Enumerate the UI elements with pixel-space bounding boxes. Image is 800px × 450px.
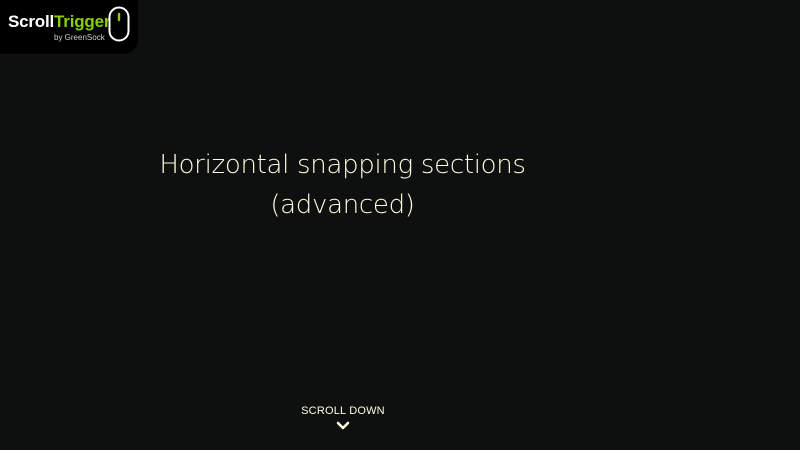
page: ScrollTrigger by GreenSock Horizontal sn…	[0, 0, 800, 450]
logo-wordmark: ScrollTrigger	[8, 12, 110, 32]
mouse-icon	[108, 6, 130, 42]
title-line-2: (advanced)	[270, 190, 415, 221]
logo-byline: by GreenSock	[54, 33, 105, 42]
chevron-down-icon	[336, 421, 350, 430]
scrolltrigger-logo[interactable]: ScrollTrigger by GreenSock	[0, 0, 138, 54]
scroll-down-button[interactable]: SCROLL DOWN	[262, 403, 424, 431]
title-line-1: Horizontal snapping sections	[159, 150, 526, 181]
logo-word-scroll: Scroll	[8, 12, 55, 31]
logo-word-trigger: Trigger	[54, 12, 111, 31]
page-title: Horizontal snapping sections (advanced)	[100, 145, 585, 225]
scroll-down-label: SCROLL DOWN	[301, 405, 385, 417]
